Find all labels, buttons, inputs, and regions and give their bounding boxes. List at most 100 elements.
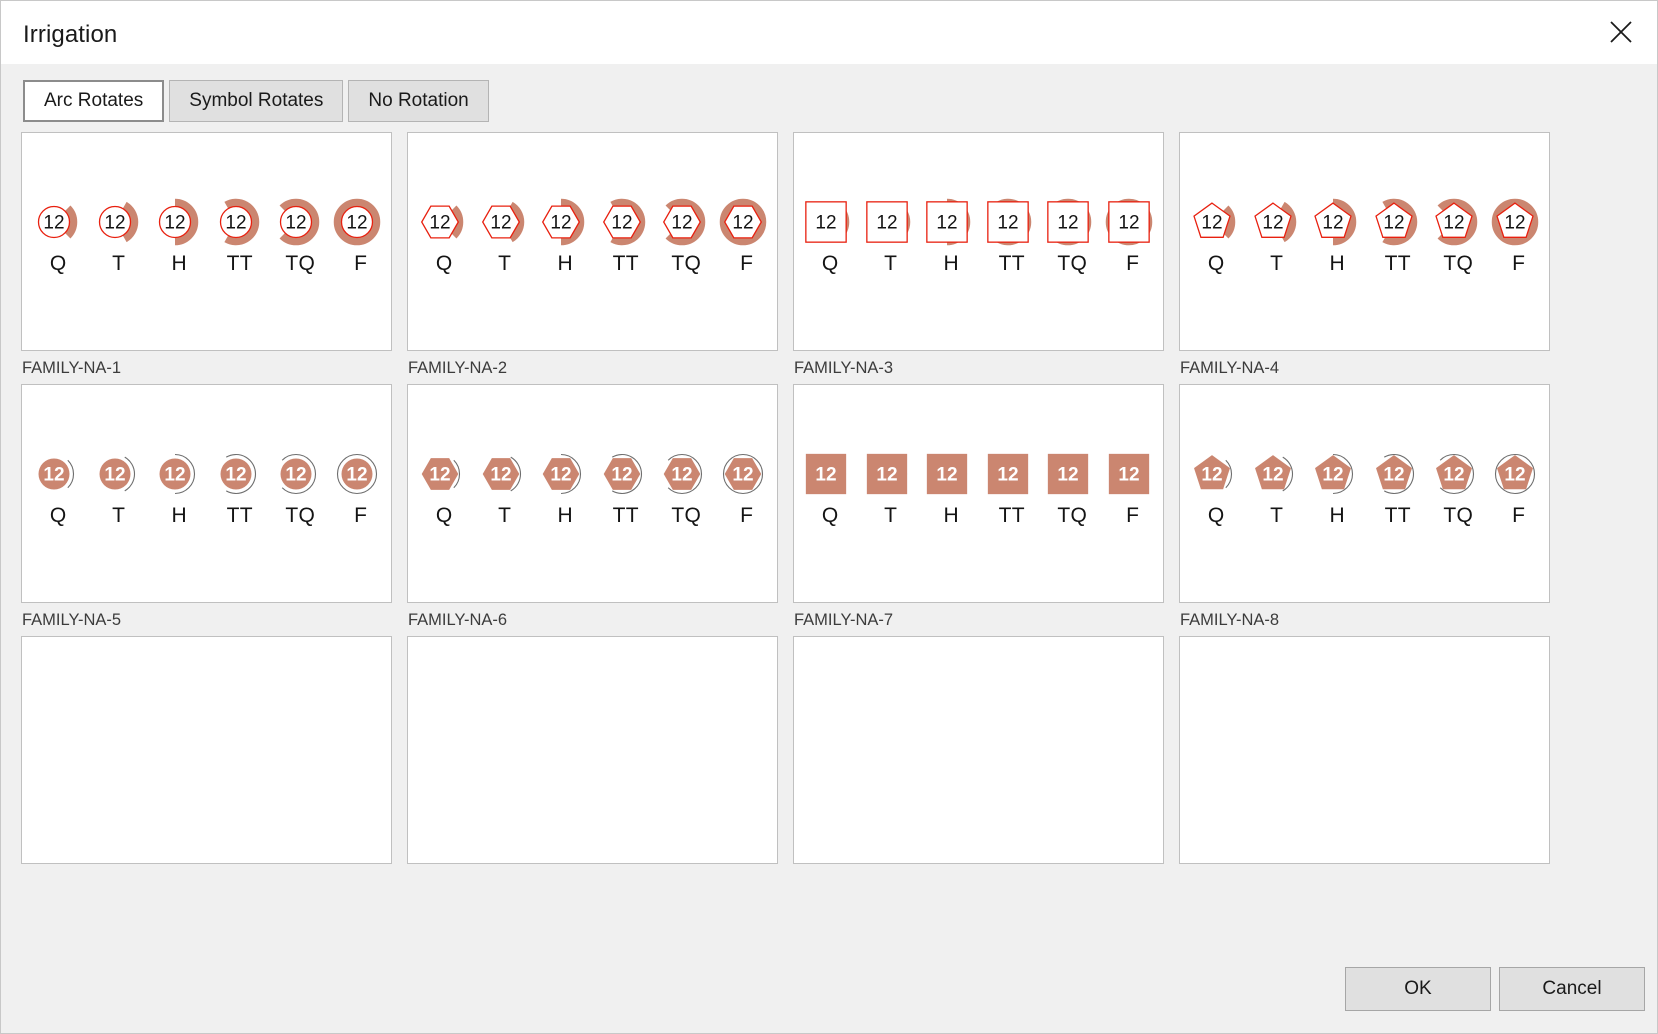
symbol-family-panel[interactable]: 12 Q 12 T 12 H 12 TT 12 TQ 12 F — [1179, 132, 1550, 351]
sprinkler-arc-icon: 12 — [1308, 193, 1366, 251]
symbol-item[interactable]: 12 T — [1247, 193, 1308, 274]
symbol-item[interactable]: 12 H — [921, 193, 982, 274]
symbol-item[interactable]: 12 TQ — [1428, 193, 1489, 274]
close-icon[interactable] — [1597, 9, 1645, 55]
symbol-arc-label: H — [557, 252, 573, 275]
svg-text:12: 12 — [1262, 465, 1283, 486]
symbol-row: 12 Q 12 T 12 H 12 TT 12 TQ 12 F — [1180, 385, 1549, 602]
cancel-button[interactable]: Cancel — [1499, 967, 1645, 1011]
symbol-item[interactable]: 12 T — [475, 193, 536, 274]
symbol-item[interactable]: 12 TQ — [270, 193, 331, 274]
tab-arc-rotates[interactable]: Arc Rotates — [23, 80, 165, 122]
symbol-arc-label: TQ — [1057, 252, 1088, 275]
symbol-item[interactable]: 12 TT — [982, 193, 1043, 274]
symbol-item[interactable]: 12 T — [861, 445, 922, 526]
symbol-item[interactable]: 12 T — [475, 445, 536, 526]
symbol-family-panel[interactable]: 12 Q 12 T 12 H 12 TT 12 TQ 12 F — [21, 132, 392, 351]
svg-text:12: 12 — [1444, 213, 1465, 234]
symbol-item[interactable]: 12 TT — [982, 445, 1043, 526]
empty-family-panel[interactable] — [407, 636, 778, 864]
symbol-item[interactable]: 12 Q — [414, 193, 475, 274]
symbol-item[interactable]: 12 F — [331, 193, 392, 274]
symbol-item[interactable]: 12 TQ — [1042, 445, 1103, 526]
sprinkler-arc-icon: 12 — [536, 193, 594, 251]
symbol-item[interactable]: 12 H — [535, 445, 596, 526]
symbol-family-cell: 12 Q 12 T 12 H 12 TT 12 TQ 12 F FAMILY-NA… — [21, 384, 407, 636]
symbol-item[interactable]: 12 Q — [1186, 445, 1247, 526]
symbol-item[interactable]: 12 TT — [596, 445, 657, 526]
symbol-arc-label: Q — [435, 504, 453, 527]
symbol-item[interactable]: 12 H — [1307, 445, 1368, 526]
symbol-arc-label: TQ — [671, 504, 702, 527]
symbol-family-panel[interactable]: 12 Q 12 T 12 H 12 TT 12 TQ 12 F — [21, 384, 392, 603]
symbol-item[interactable]: 12 F — [1103, 445, 1164, 526]
symbol-arc-label: H — [171, 252, 187, 275]
symbol-family-panel[interactable]: 12 Q 12 T 12 H 12 TT 12 TQ 12 F — [793, 384, 1164, 603]
symbol-item[interactable]: 12 Q — [800, 193, 861, 274]
ok-button[interactable]: OK — [1345, 967, 1491, 1011]
sprinkler-arc-icon: 12 — [983, 193, 1041, 251]
symbol-item[interactable]: 12 H — [1307, 193, 1368, 274]
symbol-item[interactable]: 12 TQ — [656, 193, 717, 274]
symbol-item[interactable]: 12 TT — [210, 193, 271, 274]
symbol-item[interactable]: 12 TQ — [1042, 193, 1103, 274]
symbol-family-panel[interactable]: 12 Q 12 T 12 H 12 TT 12 TQ 12 F — [1179, 384, 1550, 603]
symbol-item[interactable]: 12 Q — [414, 445, 475, 526]
dialog-titlebar: Irrigation — [1, 1, 1657, 64]
symbol-item[interactable]: 12 TQ — [1428, 445, 1489, 526]
symbol-item[interactable]: 12 F — [1489, 445, 1550, 526]
tab-symbol-rotates[interactable]: Symbol Rotates — [169, 80, 344, 122]
symbol-item[interactable]: 12 T — [1247, 445, 1308, 526]
empty-family-panel[interactable] — [1179, 636, 1550, 864]
symbol-arc-label: TQ — [671, 252, 702, 275]
svg-text:12: 12 — [1058, 465, 1079, 486]
symbol-item[interactable]: 12 F — [1103, 193, 1164, 274]
symbol-item[interactable]: 12 H — [535, 193, 596, 274]
sprinkler-arc-icon: 12 — [29, 445, 87, 503]
symbol-item[interactable]: 12 Q — [28, 445, 89, 526]
symbol-item[interactable]: 12 TT — [210, 445, 271, 526]
sprinkler-arc-icon: 12 — [271, 193, 329, 251]
symbol-item[interactable]: 12 Q — [800, 445, 861, 526]
symbol-family-panel[interactable]: 12 Q 12 T 12 H 12 TT 12 TQ 12 F — [407, 384, 778, 603]
symbol-arc-label: F — [1512, 252, 1526, 275]
symbol-item[interactable]: 12 Q — [1186, 193, 1247, 274]
symbol-item[interactable]: 12 TT — [1368, 445, 1429, 526]
symbol-item[interactable]: 12 TT — [596, 193, 657, 274]
symbol-item[interactable]: 12 TQ — [656, 445, 717, 526]
symbol-item[interactable]: 12 T — [89, 193, 150, 274]
symbol-item[interactable]: 12 TQ — [270, 445, 331, 526]
family-name-label: FAMILY-NA-6 — [408, 611, 508, 629]
sprinkler-arc-icon: 12 — [90, 193, 148, 251]
empty-family-panel[interactable] — [793, 636, 1164, 864]
tab-no-rotation[interactable]: No Rotation — [348, 80, 489, 122]
symbol-item[interactable]: 12 F — [717, 193, 778, 274]
symbol-family-panel[interactable]: 12 Q 12 T 12 H 12 TT 12 TQ 12 F — [793, 132, 1164, 351]
sprinkler-arc-icon: 12 — [1429, 193, 1487, 251]
svg-text:12: 12 — [1202, 465, 1223, 486]
symbol-arc-label: T — [112, 504, 126, 527]
svg-text:12: 12 — [1202, 213, 1223, 234]
svg-text:12: 12 — [1118, 465, 1139, 486]
symbol-item[interactable]: 12 H — [149, 193, 210, 274]
symbol-arc-label: H — [943, 504, 959, 527]
symbol-item[interactable]: 12 H — [149, 445, 210, 526]
symbol-item[interactable]: 12 T — [89, 445, 150, 526]
symbol-arc-label: H — [171, 504, 187, 527]
svg-text:12: 12 — [225, 213, 246, 234]
symbol-item[interactable]: 12 H — [921, 445, 982, 526]
symbol-item[interactable]: 12 Q — [28, 193, 89, 274]
symbol-arc-label: Q — [821, 504, 839, 527]
empty-family-panel[interactable] — [21, 636, 392, 864]
sprinkler-arc-icon: 12 — [657, 445, 715, 503]
symbol-arc-label: F — [740, 504, 754, 527]
svg-text:12: 12 — [997, 465, 1018, 486]
symbol-item[interactable]: 12 F — [1489, 193, 1550, 274]
symbol-item[interactable]: 12 F — [717, 445, 778, 526]
symbol-family-panel[interactable]: 12 Q 12 T 12 H 12 TT 12 TQ 12 F — [407, 132, 778, 351]
symbol-arc-label: TT — [1384, 252, 1411, 275]
symbol-item[interactable]: 12 T — [861, 193, 922, 274]
symbol-item[interactable]: 12 F — [331, 445, 392, 526]
symbol-item[interactable]: 12 TT — [1368, 193, 1429, 274]
symbol-row: 12 Q 12 T 12 H 12 TT 12 TQ 12 F — [794, 133, 1163, 350]
